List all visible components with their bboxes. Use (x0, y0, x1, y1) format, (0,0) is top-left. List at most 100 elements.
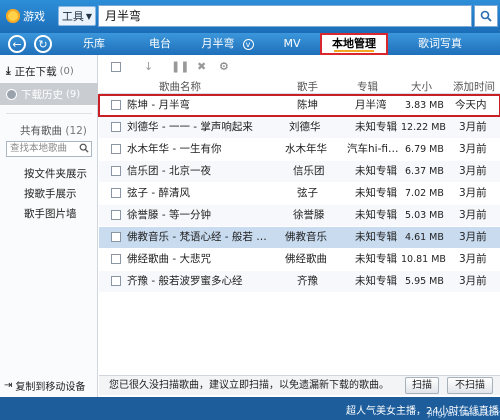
sidebar: ⤓ 正在下载 (0) 下载历史 (9) 共有歌曲 (12) 查找本地歌曲 按文件… (0, 55, 98, 420)
row-checkbox[interactable] (111, 122, 121, 132)
table-row[interactable]: 齐豫 - 般若波罗蜜多心经 齐豫 未知专辑 5.95 MB 3月前 (99, 271, 500, 292)
row-checkbox[interactable] (111, 166, 121, 176)
tab-radio[interactable]: 电台 (140, 33, 180, 55)
song-name: 齐豫 - 般若波罗蜜多心经 (127, 275, 243, 287)
copy-to-device-label: 复制到移动设备 (15, 381, 86, 393)
song-size: 7.02 MB (405, 188, 444, 199)
select-all-checkbox[interactable] (111, 62, 121, 72)
tab-library[interactable]: 乐库 (76, 33, 112, 55)
table-row-playing[interactable]: 佛教音乐 - 梵语心经 - 般若 … 佛教音乐 未知专辑 4.61 MB 3月前 (99, 227, 500, 248)
sidebar-link-artist-wall[interactable]: 歌手图片墙 (24, 206, 77, 221)
row-checkbox[interactable] (111, 276, 121, 286)
scan-reminder-message: 您已很久没扫描歌曲，建议立即扫描，以免遗漏新下载的歌曲。 (109, 380, 389, 391)
row-checkbox[interactable] (111, 100, 121, 110)
row-checkbox[interactable] (111, 210, 121, 220)
song-size: 4.61 MB (405, 232, 444, 243)
sidebar-link-by-folder[interactable]: 按文件夹展示 (24, 166, 87, 181)
song-album: 未知专辑 (355, 165, 397, 177)
tools-label: 工具 (61, 10, 84, 23)
song-artist: 弦子 (297, 187, 318, 199)
song-artist: 佛教音乐 (285, 231, 327, 243)
table-row[interactable]: 信乐团 - 北京一夜 信乐团 未知专辑 6.37 MB 3月前 (99, 161, 500, 182)
chevron-down-icon: ▼ (85, 11, 93, 21)
no-scan-button[interactable]: 不扫描 (447, 377, 493, 394)
tab-local-manage[interactable]: 本地管理 (320, 33, 388, 55)
table-row[interactable]: 水木年华 - 一生有你 水木年华 汽车hi-fi… 6.79 MB 3月前 (99, 139, 500, 160)
copy-to-device-button[interactable]: ⇥ 复制到移动设备 (4, 377, 96, 393)
list-header: 歌曲名称 歌手 专辑 大小 添加时间 (99, 79, 500, 94)
tools-menu-button[interactable]: 工具 ▼ (58, 6, 96, 26)
refresh-button[interactable]: ↻ (34, 35, 52, 53)
gear-icon[interactable]: ⚙ (219, 61, 229, 73)
header-album[interactable]: 专辑 (357, 79, 378, 94)
search-icon[interactable] (79, 143, 89, 153)
games-button[interactable]: 游戏 (4, 6, 54, 26)
song-size: 12.22 MB (401, 122, 446, 133)
song-name: 弦子 - 醉清风 (127, 187, 190, 199)
games-label: 游戏 (23, 10, 45, 23)
sidebar-item-count: (9) (66, 88, 81, 100)
sidebar-link-by-artist[interactable]: 按歌手展示 (24, 186, 77, 201)
song-artist: 陈坤 (297, 99, 318, 111)
song-added: 3月前 (459, 121, 487, 133)
song-name: 刘德华 - 一一 - 掌声响起来 (127, 121, 253, 133)
song-album: 未知专辑 (355, 209, 397, 221)
song-album: 未知专辑 (355, 253, 397, 265)
header-song-name[interactable]: 歌曲名称 (159, 79, 201, 94)
sidebar-item-label: 正在下载 (14, 65, 57, 78)
header-size[interactable]: 大小 (411, 79, 432, 94)
scan-button[interactable]: 扫描 (405, 377, 439, 394)
song-album: 汽车hi-fi… (347, 143, 399, 155)
song-size: 6.37 MB (405, 166, 444, 177)
sidebar-shared-heading[interactable]: 共有歌曲 (12) (20, 123, 87, 138)
sidebar-item-label: 下载历史 (21, 88, 63, 101)
table-row[interactable]: 徐誉滕 - 等一分钟 徐誉滕 未知专辑 5.03 MB 3月前 (99, 205, 500, 226)
song-album: 未知专辑 (355, 121, 397, 133)
sidebar-item-count: (0) (59, 65, 74, 77)
tab-now-playing[interactable]: 月半弯 (198, 33, 238, 55)
tab-mv[interactable]: MV (278, 33, 306, 55)
sidebar-item-history[interactable]: 下载历史 (9) (0, 83, 98, 105)
sidebar-divider (6, 113, 92, 114)
game-icon (6, 9, 20, 23)
song-artist: 齐豫 (297, 275, 318, 287)
song-album: 月半湾 (355, 99, 387, 111)
row-checkbox[interactable] (111, 188, 121, 198)
chevron-down-icon: v (242, 38, 254, 50)
search-button[interactable] (474, 5, 498, 27)
sidebar-shared-count: (12) (65, 125, 87, 137)
table-row[interactable]: 弦子 - 醉清风 弦子 未知专辑 7.02 MB 3月前 (99, 183, 500, 204)
song-list-panel: ↓ ❚❚ ✖ ⚙ 歌曲名称 歌手 专辑 大小 添加时间 陈坤 - 月半弯 陈坤 … (98, 55, 500, 375)
song-size: 5.95 MB (405, 276, 444, 287)
row-checkbox[interactable] (111, 144, 121, 154)
search-input[interactable]: 月半弯 (98, 5, 472, 27)
table-row[interactable]: 佛经歌曲 - 大悲咒 佛经歌曲 未知专辑 10.81 MB 3月前 (99, 249, 500, 270)
top-bar: 游戏 工具 ▼ 月半弯 (0, 0, 500, 33)
song-album: 未知专辑 (355, 231, 397, 243)
song-added: 3月前 (459, 143, 487, 155)
sidebar-item-downloading[interactable]: ⤓ 正在下载 (0) (0, 60, 98, 82)
back-button[interactable]: ← (8, 35, 26, 53)
header-added-time[interactable]: 添加时间 (453, 79, 495, 94)
active-tab-indicator (334, 50, 374, 52)
song-name: 信乐团 - 北京一夜 (127, 165, 211, 177)
search-placeholder: 查找本地歌曲 (10, 143, 68, 154)
tab-lyrics-photos[interactable]: 歌词写真 (412, 33, 468, 55)
scan-reminder-bar: 您已很久没扫描歌曲，建议立即扫描，以免遗漏新下载的歌曲。 扫描 不扫描 (99, 375, 500, 395)
header-artist[interactable]: 歌手 (297, 79, 318, 94)
tab-local-manage-label: 本地管理 (332, 37, 376, 50)
now-playing-more-button[interactable]: v (240, 33, 256, 55)
row-checkbox[interactable] (111, 232, 121, 242)
song-size: 10.81 MB (401, 254, 446, 265)
table-row[interactable]: 刘德华 - 一一 - 掌声响起来 刘德华 未知专辑 12.22 MB 3月前 (99, 117, 500, 138)
row-checkbox[interactable] (111, 254, 121, 264)
local-song-search-input[interactable]: 查找本地歌曲 (6, 141, 92, 157)
table-row[interactable]: 陈坤 - 月半弯 陈坤 月半湾 3.83 MB 今天内 (98, 94, 500, 117)
sidebar-shared-label: 共有歌曲 (20, 125, 62, 137)
song-name: 佛经歌曲 - 大悲咒 (127, 253, 211, 265)
delete-icon[interactable]: ✖ (197, 61, 206, 73)
download-arrow-icon[interactable]: ↓ (144, 61, 153, 73)
pause-icon[interactable]: ❚❚ (171, 61, 189, 73)
nav-bar: ← ↻ 乐库 电台 月半弯 v MV 本地管理 歌词写真 (0, 33, 500, 55)
song-name: 水木年华 - 一生有你 (127, 143, 222, 155)
